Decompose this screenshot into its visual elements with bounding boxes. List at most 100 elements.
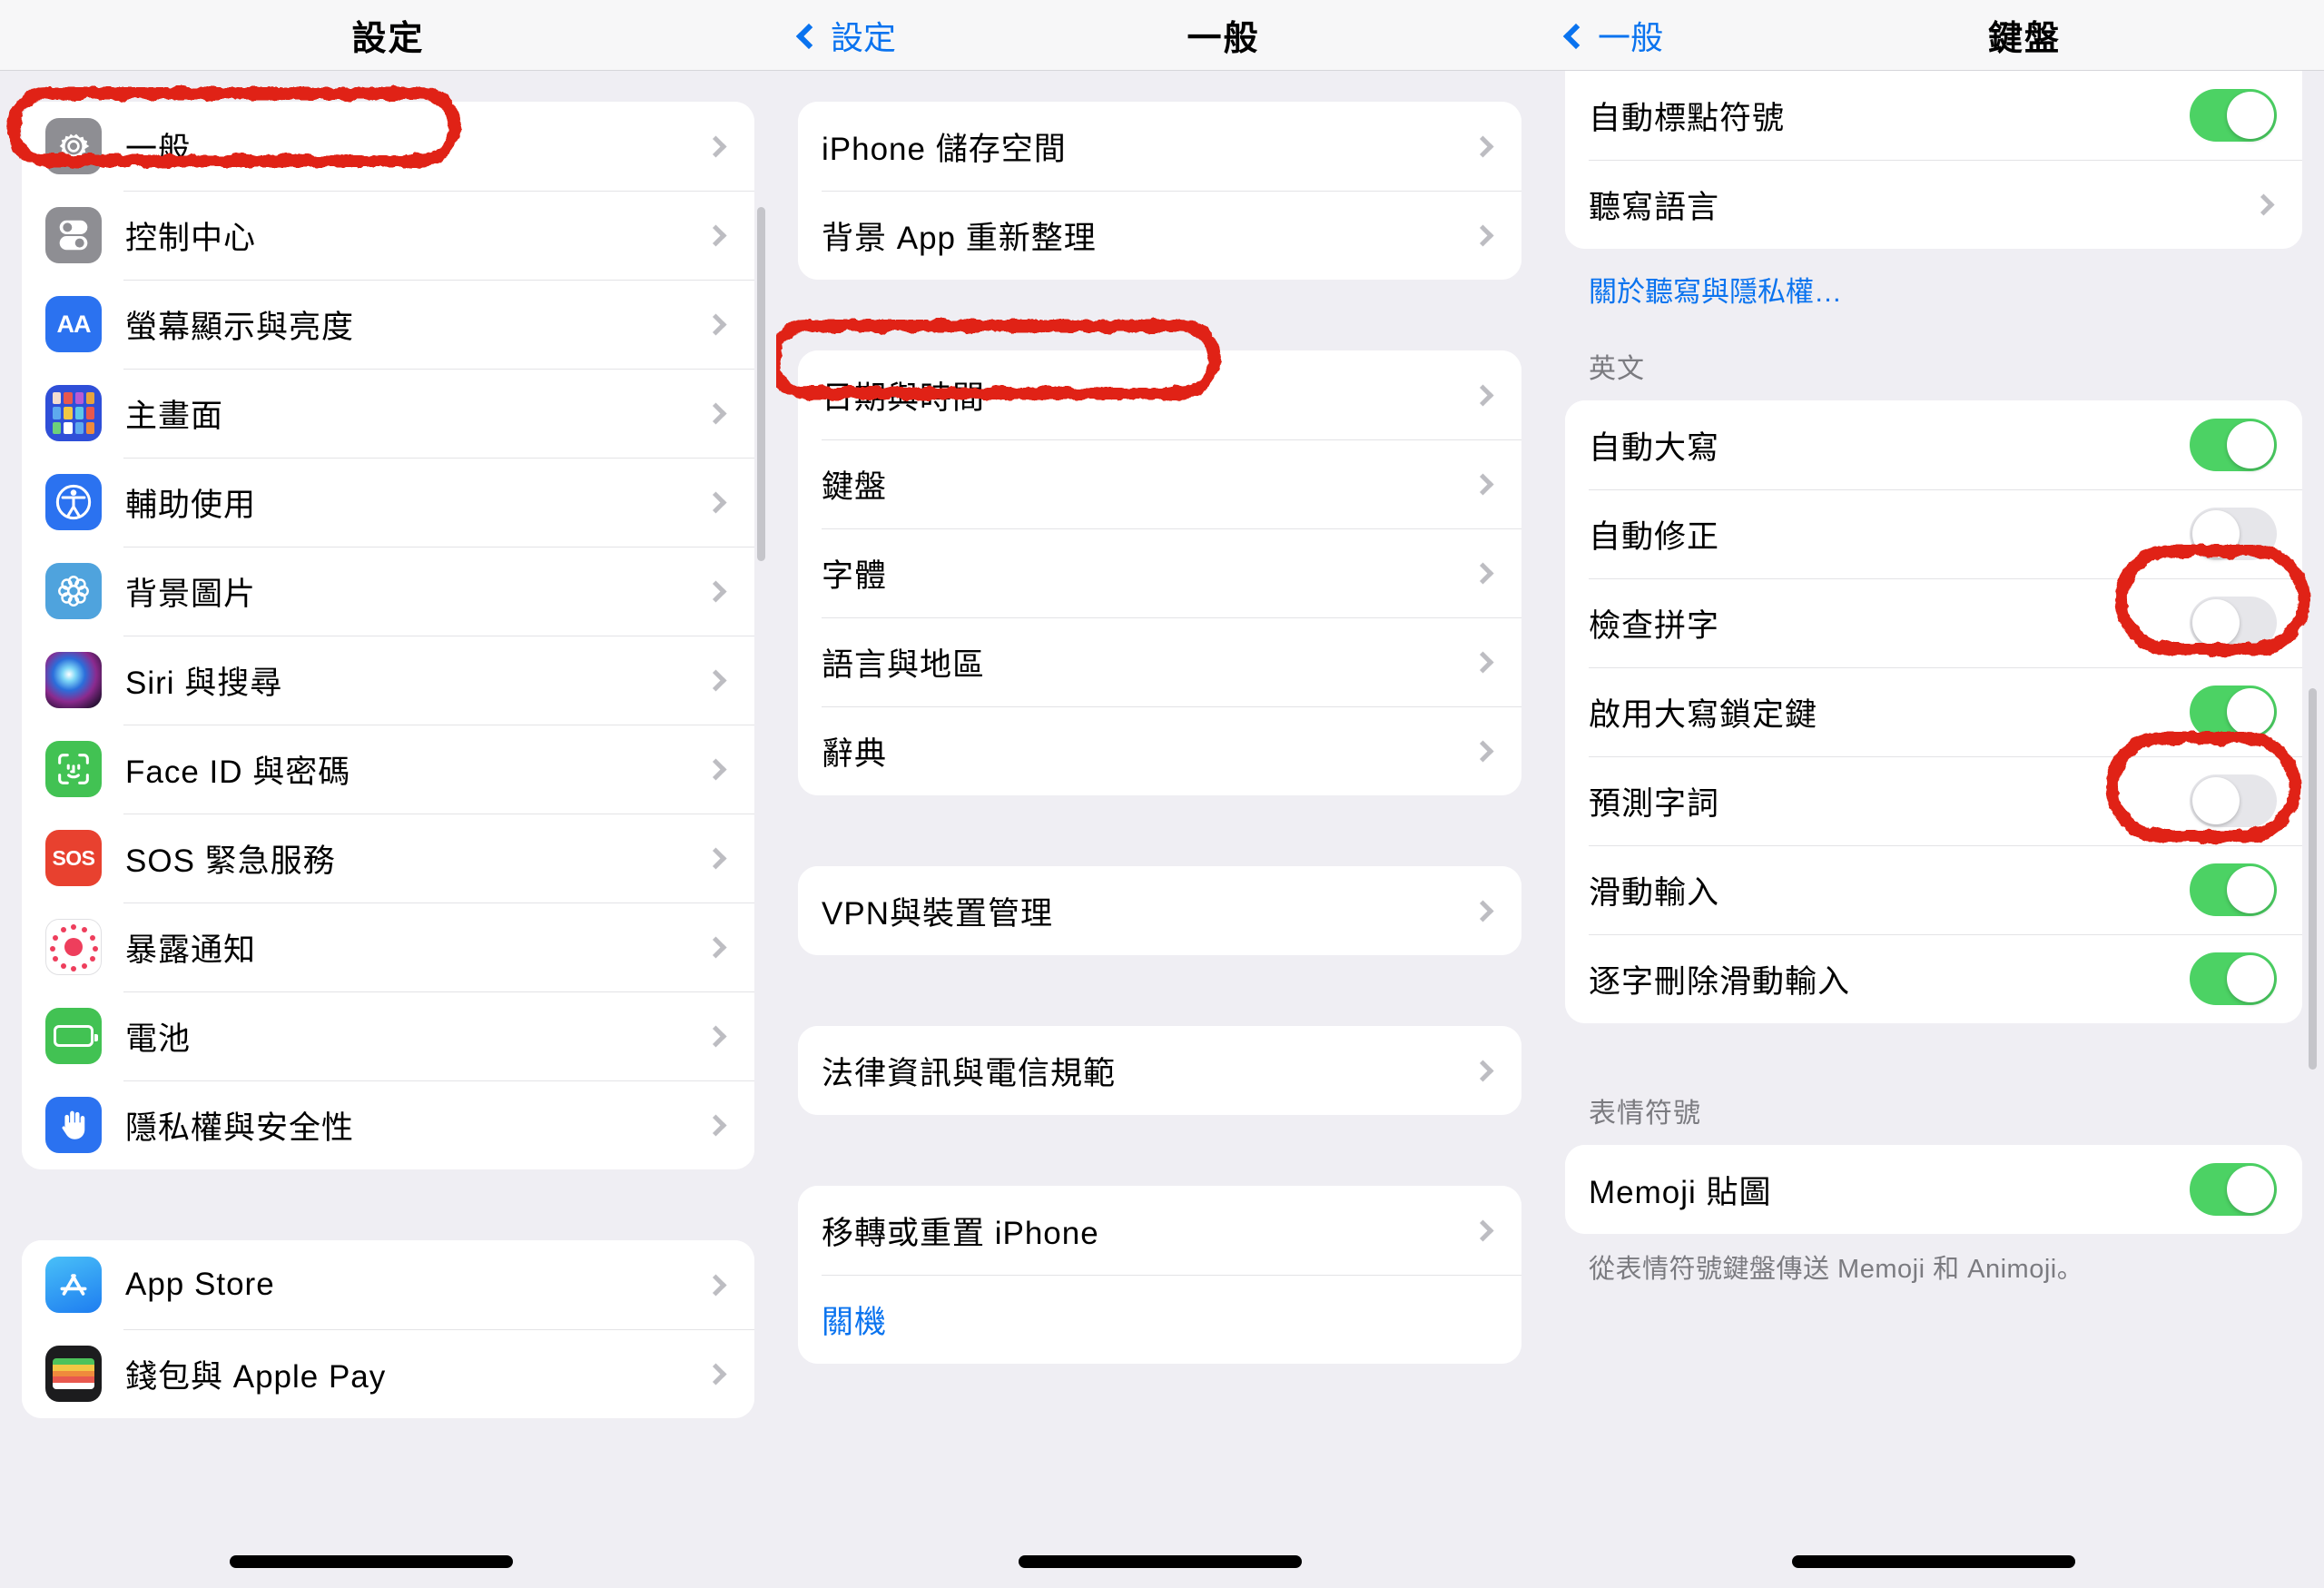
keyboard-group-emoji: Memoji 貼圖 <box>1565 1145 2302 1234</box>
keyboard-title: 鍵盤 <box>1987 20 2061 58</box>
keyboard-scrollbar[interactable] <box>2309 688 2317 1070</box>
back-label: 設定 <box>831 18 897 56</box>
keyboard-navbar: 一般 鍵盤 <box>1543 0 2324 71</box>
back-label: 一般 <box>1598 18 1664 56</box>
keyboard-row-slide-to-type[interactable]: 滑動輸入 <box>1565 845 2302 934</box>
chevron-right-icon <box>1472 650 1494 674</box>
sidebar-item-privacy-security[interactable]: 隱私權與安全性 <box>22 1080 754 1169</box>
sidebar-item-label: SOS 緊急服務 <box>125 843 336 879</box>
general-row-date-time[interactable]: 日期與時間 <box>798 350 1521 439</box>
general-scroll-area[interactable]: iPhone 儲存空間 背景 App 重新整理 日期與時間 鍵盤 字體 語言與地… <box>776 71 1543 1588</box>
display-brightness-icon: AA <box>45 296 102 352</box>
sidebar-item-accessibility[interactable]: 輔助使用 <box>22 458 754 547</box>
general-row-fonts[interactable]: 字體 <box>798 528 1521 617</box>
battery-icon <box>45 1008 102 1064</box>
chevron-right-icon <box>704 846 727 870</box>
row-label: 字體 <box>822 557 888 594</box>
row-label: 逐字刪除滑動輸入 <box>1589 963 1851 1000</box>
chevron-right-icon <box>704 312 727 336</box>
sidebar-item-label: 控制中心 <box>125 220 257 256</box>
sidebar-item-label: 電池 <box>125 1021 192 1057</box>
chevron-right-icon <box>704 935 727 959</box>
sidebar-item-emergency-sos[interactable]: SOS SOS 緊急服務 <box>22 814 754 902</box>
keyboard-row-auto-punctuation[interactable]: 自動標點符號 <box>1565 71 2302 160</box>
general-row-vpn-device-management[interactable]: VPN與裝置管理 <box>798 866 1521 955</box>
memoji-stickers-toggle[interactable] <box>2190 1163 2277 1216</box>
sidebar-item-app-store[interactable]: App Store <box>22 1240 754 1329</box>
sidebar-item-face-id-passcode[interactable]: Face ID 與密碼 <box>22 725 754 814</box>
chevron-right-icon <box>1472 223 1494 247</box>
general-group-vpn: VPN與裝置管理 <box>798 866 1521 955</box>
general-row-background-app-refresh[interactable]: 背景 App 重新整理 <box>798 191 1521 280</box>
chevron-right-icon <box>704 757 727 781</box>
keyboard-row-delete-slide-to-type-by-word[interactable]: 逐字刪除滑動輸入 <box>1565 934 2302 1023</box>
row-label: 啟用大寫鎖定鍵 <box>1589 696 1818 733</box>
emoji-section-footer: 從表情符號鍵盤傳送 Memoji 和 Animoji。 <box>1589 1255 2084 1284</box>
auto-punctuation-toggle[interactable] <box>2190 89 2277 142</box>
check-spelling-toggle[interactable] <box>2190 597 2277 649</box>
wallet-icon <box>45 1346 102 1402</box>
sidebar-item-home-screen[interactable]: 主畫面 <box>22 369 754 458</box>
sidebar-item-label: 一般 <box>125 131 192 167</box>
delete-slide-to-type-by-word-toggle[interactable] <box>2190 952 2277 1005</box>
back-to-settings-button[interactable]: 設定 <box>795 12 897 59</box>
chevron-right-icon <box>1472 899 1494 922</box>
keyboard-row-memoji-stickers[interactable]: Memoji 貼圖 <box>1565 1145 2302 1234</box>
emoji-section-header: 表情符號 <box>1589 1099 1701 1129</box>
home-indicator <box>230 1555 513 1568</box>
enable-caps-lock-toggle[interactable] <box>2190 686 2277 738</box>
general-row-dictionary[interactable]: 辭典 <box>798 706 1521 795</box>
sidebar-item-display-brightness[interactable]: AA 螢幕顯示與亮度 <box>22 280 754 369</box>
keyboard-row-predictive-text[interactable]: 預測字詞 <box>1565 756 2302 845</box>
exposure-notification-icon <box>45 919 102 975</box>
keyboard-row-auto-correction[interactable]: 自動修正 <box>1565 489 2302 578</box>
predictive-text-toggle[interactable] <box>2190 774 2277 827</box>
general-row-legal-regulatory[interactable]: 法律資訊與電信規範 <box>798 1026 1521 1115</box>
sidebar-item-label: 輔助使用 <box>125 487 257 523</box>
sidebar-item-label: 螢幕顯示與亮度 <box>125 309 355 345</box>
sidebar-item-siri-search[interactable]: Siri 與搜尋 <box>22 636 754 725</box>
keyboard-row-dictation-languages[interactable]: 聽寫語言 <box>1565 160 2302 249</box>
app-store-icon <box>45 1257 102 1313</box>
slide-to-type-toggle[interactable] <box>2190 863 2277 916</box>
home-screen-icon <box>45 385 102 441</box>
gear-icon <box>45 118 102 174</box>
keyboard-group-english: 自動大寫 自動修正 檢查拼字 啟用大寫鎖定鍵 預測字詞 滑動輸入 逐字刪除滑動輸… <box>1565 400 2302 1023</box>
general-row-iphone-storage[interactable]: iPhone 儲存空間 <box>798 102 1521 191</box>
row-label: 預測字詞 <box>1589 785 1720 822</box>
keyboard-row-check-spelling[interactable]: 檢查拼字 <box>1565 578 2302 667</box>
home-indicator <box>1018 1555 1302 1568</box>
chevron-right-icon <box>2252 192 2275 216</box>
sidebar-item-exposure-notifications[interactable]: 暴露通知 <box>22 902 754 991</box>
sidebar-item-label: Face ID 與密碼 <box>125 754 351 790</box>
chevron-right-icon <box>704 223 727 247</box>
sos-icon: SOS <box>45 830 102 886</box>
settings-title: 設定 <box>351 20 425 58</box>
auto-correction-toggle[interactable] <box>2190 508 2277 560</box>
auto-capitalization-toggle[interactable] <box>2190 419 2277 471</box>
dictation-privacy-link[interactable]: 關於聽寫與隱私權… <box>1543 249 2324 310</box>
general-group-reset: 移轉或重置 iPhone 關機 <box>798 1186 1521 1364</box>
chevron-right-icon <box>1472 561 1494 585</box>
row-label: 滑動輸入 <box>1589 874 1720 911</box>
keyboard-group-dictation: 自動標點符號 聽寫語言 <box>1565 71 2302 249</box>
row-label: 日期與時間 <box>822 380 986 416</box>
keyboard-row-enable-caps-lock[interactable]: 啟用大寫鎖定鍵 <box>1565 667 2302 756</box>
sidebar-item-battery[interactable]: 電池 <box>22 991 754 1080</box>
keyboard-row-auto-capitalization[interactable]: 自動大寫 <box>1565 400 2302 489</box>
general-row-keyboard[interactable]: 鍵盤 <box>798 439 1521 528</box>
sidebar-item-wallet-apple-pay[interactable]: 錢包與 Apple Pay <box>22 1329 754 1418</box>
keyboard-scroll-area[interactable]: 自動標點符號 聽寫語言 關於聽寫與隱私權… 英文 自動大寫 自動修正 檢查拼字 … <box>1543 71 2324 1588</box>
settings-scrollbar[interactable] <box>757 207 765 561</box>
back-to-general-button[interactable]: 一般 <box>1562 12 1664 59</box>
row-label: Memoji 貼圖 <box>1589 1174 1772 1210</box>
settings-scroll-area[interactable]: 一般 控制中心 AA 螢幕顯示與亮度 主畫面 輔助使用 背景圖片 Siri 與搜… <box>0 71 776 1588</box>
privacy-hand-icon <box>45 1097 102 1153</box>
general-row-language-region[interactable]: 語言與地區 <box>798 617 1521 706</box>
general-row-transfer-reset-iphone[interactable]: 移轉或重置 iPhone <box>798 1186 1521 1275</box>
sidebar-item-control-center[interactable]: 控制中心 <box>22 191 754 280</box>
sidebar-item-general[interactable]: 一般 <box>22 102 754 191</box>
general-row-shut-down[interactable]: 關機 <box>798 1275 1521 1364</box>
wallpaper-icon <box>45 563 102 619</box>
sidebar-item-wallpaper[interactable]: 背景圖片 <box>22 547 754 636</box>
